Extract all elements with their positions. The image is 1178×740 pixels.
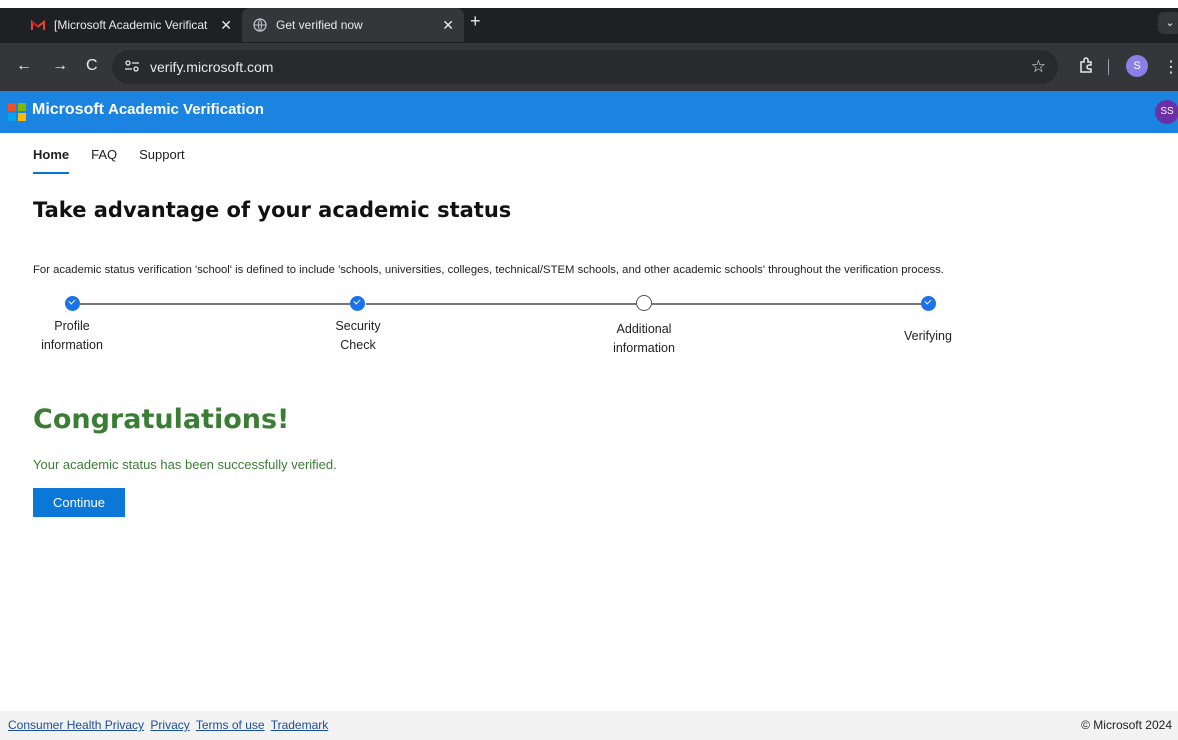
new-tab-button[interactable]: + <box>470 11 481 32</box>
step-label: Profile information <box>41 319 103 352</box>
app-title[interactable]: Academic Verification <box>108 101 264 118</box>
school-definition-text: For academic status verification 'school… <box>33 264 944 276</box>
step-incomplete-icon <box>636 295 652 311</box>
copyright-text: © Microsoft 2024 <box>1081 718 1172 732</box>
step-connector <box>80 303 350 305</box>
browser-toolbar: ← → C verify.microsoft.com ☆ S ⋮ <box>0 43 1178 91</box>
success-message: Your academic status has been successful… <box>33 457 337 472</box>
site-info-icon[interactable] <box>124 59 142 75</box>
nav-faq[interactable]: FAQ <box>91 147 117 174</box>
address-bar[interactable]: verify.microsoft.com ☆ <box>112 50 1058 84</box>
footer-links: Consumer Health Privacy Privacy Terms of… <box>8 718 331 732</box>
user-avatar[interactable]: SS <box>1155 100 1178 124</box>
url-text: verify.microsoft.com <box>150 59 274 75</box>
gmail-icon <box>30 17 46 33</box>
tab-strip: [Microsoft Academic Verificat ✕ Get veri… <box>0 8 1178 43</box>
page-title: Take advantage of your academic status <box>33 198 512 222</box>
site-footer: Consumer Health Privacy Privacy Terms of… <box>0 711 1178 740</box>
browser-profile-avatar[interactable]: S <box>1126 55 1148 77</box>
forward-arrow-icon[interactable]: → <box>52 57 68 75</box>
extensions-icon[interactable] <box>1078 57 1094 78</box>
toolbar-divider <box>1108 59 1109 75</box>
step-connector <box>652 303 922 305</box>
tab-search-button[interactable]: ⌄ <box>1158 12 1178 34</box>
tab-title: [Microsoft Academic Verificat <box>54 18 208 32</box>
back-arrow-icon[interactable]: ← <box>16 57 32 75</box>
step-complete-icon <box>921 296 936 311</box>
bookmark-star-icon[interactable]: ☆ <box>1031 57 1046 77</box>
tab-get-verified[interactable]: Get verified now ✕ <box>242 8 464 42</box>
step-complete-icon <box>350 296 365 311</box>
step-connector <box>366 303 636 305</box>
globe-icon <box>252 17 268 33</box>
footer-link-privacy[interactable]: Privacy <box>150 718 189 732</box>
footer-link-terms-of-use[interactable]: Terms of use <box>196 718 265 732</box>
nav-home[interactable]: Home <box>33 147 70 174</box>
tab-title: Get verified now <box>276 18 363 32</box>
footer-link-trademark[interactable]: Trademark <box>271 718 329 732</box>
site-header: Microsoft Academic Verification SS <box>0 91 1178 133</box>
site-nav: Home FAQ Support <box>33 147 207 174</box>
window-top-strip <box>0 0 1178 8</box>
step-complete-icon <box>65 296 80 311</box>
close-tab-icon[interactable]: ✕ <box>220 17 232 34</box>
nav-support[interactable]: Support <box>139 147 185 174</box>
continue-button[interactable]: Continue <box>33 488 125 517</box>
step-label: Verifying <box>904 329 952 343</box>
footer-link-consumer-health-privacy[interactable]: Consumer Health Privacy <box>8 718 144 732</box>
congratulations-heading: Congratulations! <box>33 404 290 435</box>
reload-icon[interactable]: C <box>86 57 98 75</box>
step-label: Security Check <box>335 319 381 352</box>
microsoft-logo-icon <box>8 103 26 121</box>
more-menu-icon[interactable]: ⋮ <box>1163 57 1178 77</box>
tab-gmail[interactable]: [Microsoft Academic Verificat ✕ <box>20 8 242 42</box>
brand-name[interactable]: Microsoft <box>32 101 104 119</box>
step-label: Additional information <box>613 322 675 355</box>
close-tab-icon[interactable]: ✕ <box>442 17 454 34</box>
